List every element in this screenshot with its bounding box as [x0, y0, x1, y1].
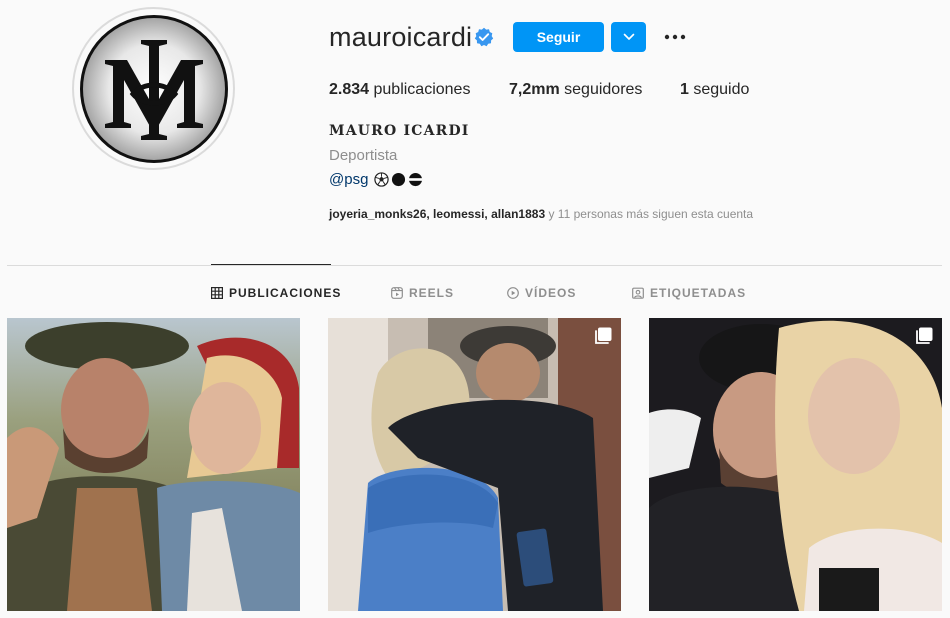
mi-monogram-logo: [104, 39, 203, 140]
post-thumbnail[interactable]: [328, 318, 621, 611]
tab-reels[interactable]: REELS: [391, 285, 454, 301]
play-icon: [507, 287, 519, 299]
carousel-icon: [916, 327, 933, 344]
reels-icon: [391, 287, 403, 299]
followers-count-label: seguidores: [559, 81, 643, 98]
verified-badge-icon: [474, 27, 494, 47]
full-name: MAURO ICARDI: [329, 123, 470, 139]
posts-count-value: 2.834: [329, 81, 370, 98]
following-count-value: 1: [680, 81, 689, 98]
tab-publicaciones[interactable]: PUBLICACIONES: [211, 285, 341, 301]
soccer-ball-icon: [374, 172, 389, 187]
black-white-circle-icon: [408, 172, 423, 187]
tab-videos-label: VÍDEOS: [525, 286, 577, 300]
avatar[interactable]: [79, 14, 228, 163]
avatar-ring[interactable]: [72, 7, 235, 170]
tagged-icon: [632, 287, 644, 299]
grid-icon: [211, 287, 223, 299]
tab-reels-label: REELS: [409, 286, 455, 300]
tab-etiquetadas-label: ETIQUETADAS: [650, 286, 747, 300]
followed-by-text[interactable]: joyeria_monks26, leomessi, allan1883 y 1…: [329, 207, 753, 221]
suggested-accounts-button[interactable]: [611, 22, 646, 52]
post-thumbnail[interactable]: [7, 318, 300, 611]
post-image: [649, 318, 942, 611]
more-options-icon: [664, 34, 686, 40]
tab-publicaciones-label: PUBLICACIONES: [229, 286, 342, 300]
posts-count-label: publicaciones: [369, 81, 471, 98]
follow-button[interactable]: Seguir: [513, 22, 604, 52]
post-image: [328, 318, 621, 611]
posts-count: 2.834 publicaciones: [329, 81, 470, 99]
followers-count[interactable]: 7,2mm seguidores: [509, 81, 642, 99]
tab-etiquetadas[interactable]: ETIQUETADAS: [632, 285, 746, 301]
post-image: [7, 318, 300, 611]
profile-category: Deportista: [329, 147, 398, 164]
bio-emoji: [374, 172, 423, 188]
black-circle-icon: [391, 172, 406, 187]
more-options-button[interactable]: [660, 24, 690, 50]
tab-videos[interactable]: VÍDEOS: [507, 285, 576, 301]
followed-by-names[interactable]: joyeria_monks26, leomessi, allan1883: [329, 207, 545, 221]
following-count[interactable]: 1 seguido: [680, 81, 749, 99]
followers-count-value: 7,2mm: [509, 81, 560, 98]
following-count-label: seguido: [688, 81, 750, 98]
section-divider: [7, 265, 942, 266]
followed-by-suffix: y 11 personas más siguen esta cuenta: [545, 207, 754, 221]
post-thumbnail[interactable]: [649, 318, 942, 611]
bio-mention-link[interactable]: @psg: [329, 171, 368, 188]
chevron-down-icon: [623, 33, 634, 40]
active-tab-indicator: [211, 264, 331, 265]
carousel-icon: [595, 327, 612, 344]
username: mauroicardi: [329, 22, 473, 52]
